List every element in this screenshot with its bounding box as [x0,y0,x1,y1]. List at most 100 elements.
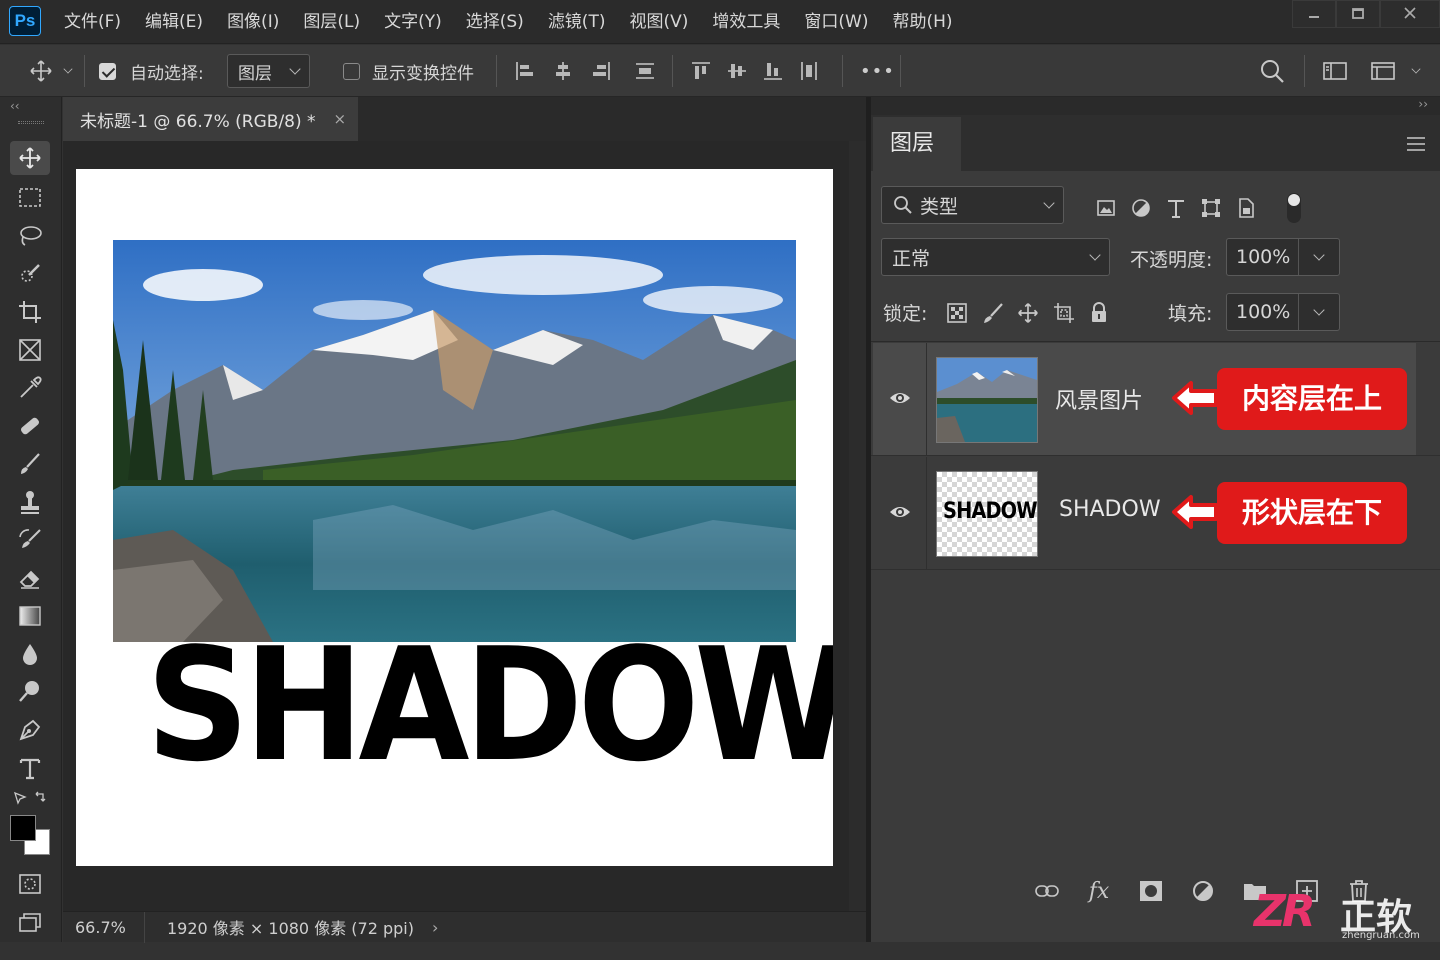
frame-tool[interactable] [10,333,50,367]
eyedropper-tool[interactable] [10,371,50,405]
crop-tool[interactable] [10,295,50,329]
auto-select-target-dropdown[interactable]: 图层 [227,54,310,88]
zoom-level[interactable]: 66.7% [63,911,145,943]
move-tool[interactable] [10,141,50,175]
collapse-toolbar-button[interactable]: ‹‹ [10,99,20,113]
add-mask-icon[interactable] [1125,873,1177,909]
auto-select-checkbox[interactable] [99,62,116,80]
chevron-down-icon[interactable] [1313,304,1325,316]
lasso-tool[interactable] [10,219,50,253]
menu-window[interactable]: 窗口(W) [804,0,868,44]
gradient-icon [19,606,41,626]
gradient-tool[interactable] [10,599,50,633]
layer-name-landscape[interactable]: 风景图片 [1055,383,1143,415]
restore-icon[interactable] [1336,0,1380,28]
lock-position-icon[interactable] [1016,301,1040,325]
dodge-tool[interactable] [10,675,50,709]
brush-tool[interactable] [10,447,50,481]
lock-image-pixels-icon[interactable] [982,302,1004,324]
menu-layer[interactable]: 图层(L) [303,0,360,44]
vertical-scrollbar[interactable] [849,141,866,911]
chevron-down-icon[interactable] [1411,64,1421,74]
expand-panels-button[interactable]: ›› [1418,97,1428,111]
layer-name-shadow[interactable]: SHADOW [1059,497,1161,522]
pixel-filter-icon[interactable] [1095,197,1117,219]
layer-thumbnail-landscape [936,357,1038,443]
menu-file[interactable]: 文件(F) [64,0,121,44]
align-hcenter-icon[interactable] [552,60,574,82]
menu-select[interactable]: 选择(S) [466,0,524,44]
toolbar-grip[interactable] [18,121,44,124]
healing-tool[interactable] [10,409,50,443]
align-vcenter-icon[interactable] [726,60,748,82]
layer-row-shadow[interactable]: SHADOW SHADOW 形状层在下 [873,457,1416,569]
layer-visibility-toggle[interactable] [873,457,927,569]
lock-all-icon[interactable] [1088,302,1110,324]
align-top-icon[interactable] [690,60,712,82]
type-filter-icon[interactable] [1165,197,1187,219]
smart-object-filter-icon[interactable] [1235,197,1257,219]
menu-help[interactable]: 帮助(H) [892,0,952,44]
workspace-switch-icon[interactable] [1370,60,1396,82]
menu-plugins[interactable]: 增效工具 [712,0,780,44]
menu-type[interactable]: 文字(Y) [384,0,442,44]
chevron-down-icon[interactable] [1313,249,1325,261]
align-right-icon[interactable] [590,60,612,82]
type-tool[interactable] [10,751,50,785]
filter-toggle-switch[interactable] [1287,193,1301,223]
search-icon[interactable] [1258,57,1286,85]
blur-tool[interactable] [10,637,50,671]
history-brush-tool[interactable] [10,523,50,557]
more-options-button[interactable]: ••• [860,45,895,97]
path-select-tool[interactable] [10,787,50,809]
landscape-image[interactable] [113,240,796,642]
document-tab[interactable]: 未标题-1 @ 66.7% (RGB/8) * × [63,97,358,141]
document-canvas[interactable]: SHADOW [76,169,833,866]
opacity-field[interactable]: 100% [1226,238,1340,276]
layer-row-landscape[interactable]: 风景图片 内容层在上 [873,343,1416,455]
menu-view[interactable]: 视图(V) [629,0,688,44]
layer-filter-dropdown[interactable]: 类型 [881,186,1064,224]
adjustment-layer-icon[interactable] [1177,873,1229,909]
adjustment-filter-icon[interactable] [1130,197,1152,219]
distribute-vertical-icon[interactable] [798,60,820,82]
move-tool-preset[interactable] [28,45,73,97]
align-bottom-icon[interactable] [762,60,784,82]
minimize-icon[interactable] [1292,0,1336,28]
workspace-layout-icon[interactable] [1322,60,1348,82]
lock-transparent-pixels-icon[interactable] [946,302,968,324]
move-icon [19,147,41,169]
eraser-tool[interactable] [10,561,50,595]
show-transform-checkbox[interactable] [343,62,360,80]
blend-mode-dropdown[interactable]: 正常 [881,238,1110,276]
status-menu-arrow[interactable]: › [432,918,438,937]
layer-visibility-toggle[interactable] [873,343,927,455]
eyedropper-icon [20,376,42,398]
fill-field[interactable]: 100% [1226,293,1340,331]
fx-icon[interactable]: fx [1073,873,1125,909]
align-buttons [514,45,656,97]
shape-filter-icon[interactable] [1200,197,1222,219]
link-layers-icon[interactable] [1021,873,1073,909]
marquee-tool[interactable] [10,181,50,215]
lock-artboard-icon[interactable] [1052,301,1076,325]
panel-menu-icon[interactable] [1405,135,1427,153]
menu-image[interactable]: 图像(I) [227,0,279,44]
stamp-tool[interactable] [10,485,50,519]
screen-mode-button[interactable] [10,905,50,939]
close-icon[interactable] [1380,0,1440,28]
align-left-icon[interactable] [514,60,536,82]
menu-filter[interactable]: 滤镜(T) [548,0,606,44]
quick-select-tool[interactable] [10,257,50,291]
distribute-horizontal-icon[interactable] [634,60,656,82]
tab-layers[interactable]: 图层 [873,117,961,171]
opacity-value[interactable]: 100% [1227,239,1299,275]
fill-value[interactable]: 100% [1227,294,1299,330]
pen-tool[interactable] [10,713,50,747]
menu-edit[interactable]: 编辑(E) [145,0,203,44]
chevron-down-icon [1089,249,1101,261]
foreground-color-swatch[interactable] [10,815,36,841]
close-tab-icon[interactable]: × [334,110,347,128]
quick-mask-button[interactable] [10,867,50,901]
shadow-text-layer[interactable]: SHADOW [146,627,833,783]
